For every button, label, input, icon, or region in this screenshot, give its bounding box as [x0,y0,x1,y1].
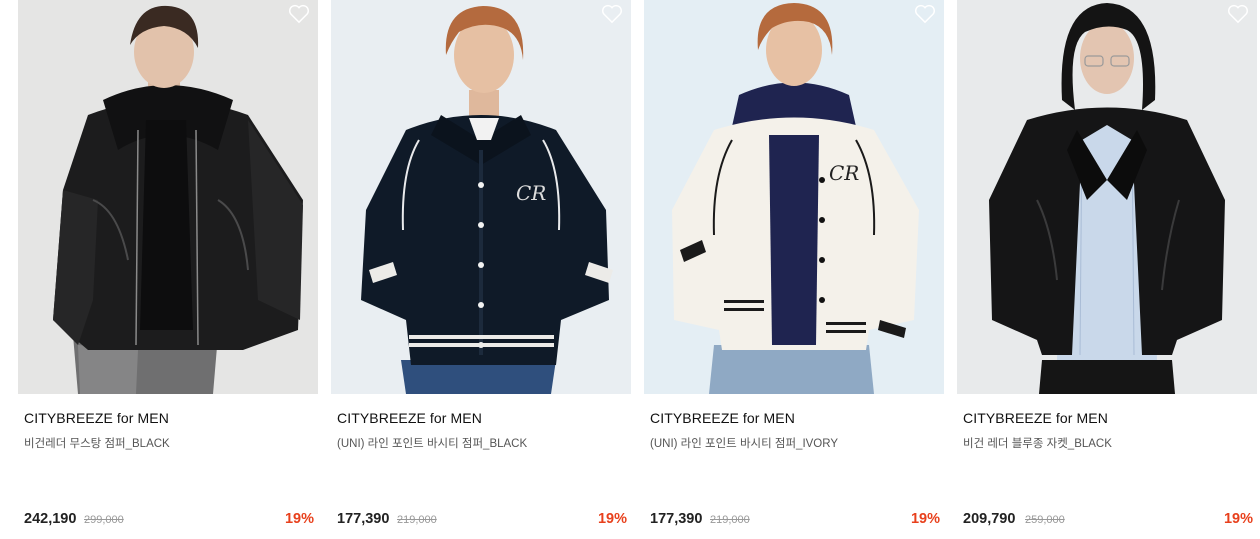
price-row: 177,390 219,000 19% [650,511,940,531]
sale-price: 177,390 [650,511,703,527]
discount-rate: 19% [910,511,940,527]
product-name[interactable]: 비건레더 무스탕 점퍼_BLACK [24,435,170,451]
discount-rate: 19% [284,511,314,527]
heart-icon[interactable] [1227,4,1249,24]
brand-name[interactable]: CITYBREEZE for MEN [650,410,795,426]
price-row: 177,390 219,000 19% [337,511,627,531]
discount-rate: 19% [597,511,627,527]
product-image[interactable]: CR [331,0,631,394]
sale-price: 177,390 [337,511,390,527]
product-name[interactable]: 비건 레더 블루종 자켓_BLACK [963,435,1112,451]
brand-name[interactable]: CITYBREEZE for MEN [337,410,482,426]
original-price: 219,000 [710,514,750,526]
heart-icon[interactable] [914,4,936,24]
product-card[interactable]: CITYBREEZE for MEN 비건 레더 블루종 자켓_BLACK 20… [957,0,1257,539]
original-price: 259,000 [1025,514,1065,526]
product-card[interactable]: CITYBREEZE for MEN 비건레더 무스탕 점퍼_BLACK 242… [18,0,318,539]
original-price: 219,000 [397,514,437,526]
original-price: 299,000 [84,514,124,526]
heart-icon[interactable] [601,4,623,24]
heart-icon[interactable] [288,4,310,24]
discount-rate: 19% [1223,511,1253,527]
product-image[interactable] [18,0,318,394]
price-row: 209,790 259,000 19% [963,511,1253,531]
product-image[interactable] [957,0,1257,394]
product-image[interactable]: CR [644,0,944,394]
brand-name[interactable]: CITYBREEZE for MEN [963,410,1108,426]
product-card[interactable]: CR CITYBREEZE for MEN (UNI) 라인 포인트 바시티 점… [644,0,944,539]
sale-price: 209,790 [963,511,1016,527]
product-name[interactable]: (UNI) 라인 포인트 바시티 점퍼_BLACK [337,435,527,451]
svg-text:CR: CR [829,161,859,185]
brand-name[interactable]: CITYBREEZE for MEN [24,410,169,426]
price-row: 242,190 299,000 19% [24,511,314,531]
product-grid: CITYBREEZE for MEN 비건레더 무스탕 점퍼_BLACK 242… [0,0,1260,539]
svg-text:CR: CR [516,181,546,205]
product-name[interactable]: (UNI) 라인 포인트 바시티 점퍼_IVORY [650,435,838,451]
product-card[interactable]: CR CITYBREEZE for MEN (UNI) 라인 포인트 바시티 점… [331,0,631,539]
sale-price: 242,190 [24,511,77,527]
